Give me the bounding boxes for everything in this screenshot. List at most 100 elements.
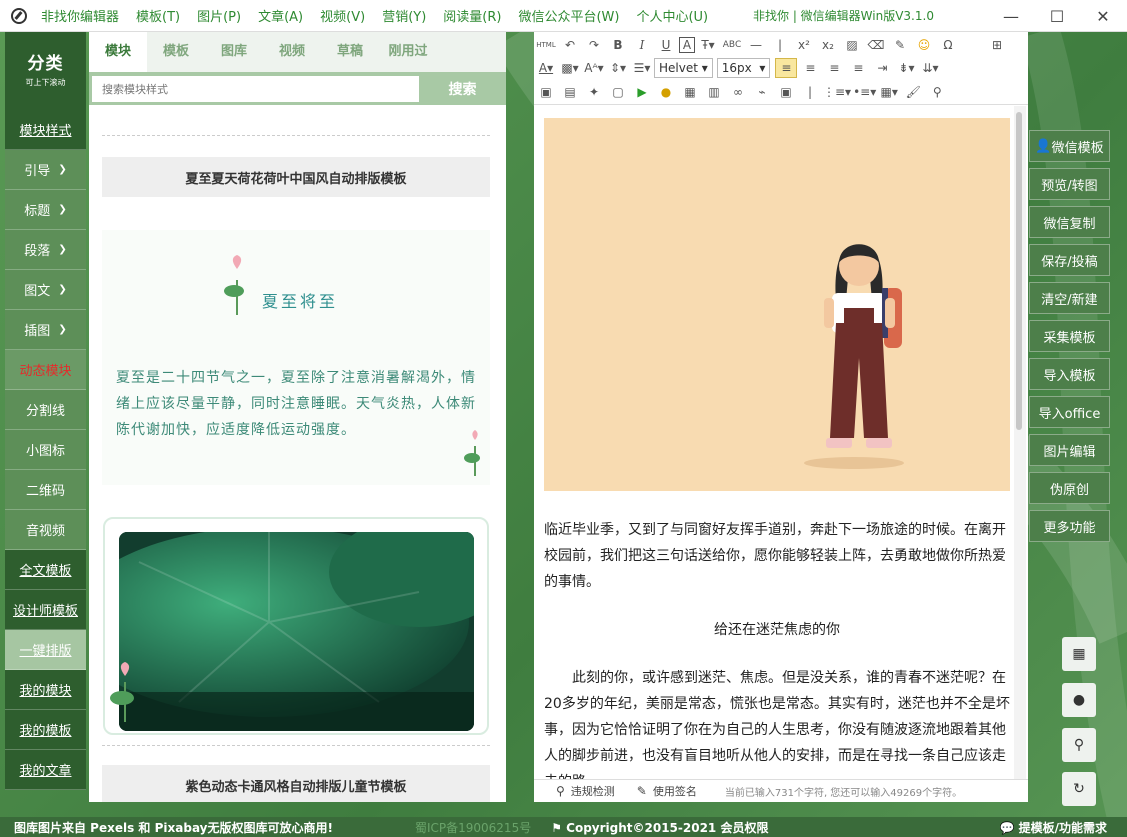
category-paragraph[interactable]: 段落 ❯: [5, 230, 86, 270]
preview-button[interactable]: 预览/转图: [1029, 168, 1110, 200]
menu-user-center[interactable]: 个人中心(U): [636, 6, 708, 25]
line-height-icon[interactable]: ⇕▾: [607, 58, 629, 78]
pseudo-original-button[interactable]: 伪原创: [1029, 472, 1110, 504]
html-source-button[interactable]: HTML: [535, 35, 557, 55]
more-features-button[interactable]: 更多功能: [1029, 510, 1110, 542]
link-icon[interactable]: ∞: [727, 82, 749, 102]
category-qrcode[interactable]: 二维码: [5, 470, 86, 510]
eraser-icon[interactable]: ⌫: [865, 35, 887, 55]
tab-recent[interactable]: 刚用过: [379, 32, 437, 72]
menu-video[interactable]: 视频(V): [320, 6, 365, 25]
category-dynamic-module[interactable]: 动态模块: [5, 350, 86, 390]
table-menu-icon[interactable]: ▦▾: [878, 82, 900, 102]
tab-gallery[interactable]: 图库: [205, 32, 263, 72]
indent-icon[interactable]: ⇥: [871, 58, 893, 78]
tab-templates[interactable]: 模板: [147, 32, 205, 72]
redo-icon[interactable]: ↷: [583, 35, 605, 55]
format-painter-icon[interactable]: ✎: [889, 35, 911, 55]
template-preview-card[interactable]: 夏至将至 夏至是二十四节气之一，夏至除了注意消暑解渴外，情绪上应该尽量平静，同时…: [102, 230, 490, 485]
use-signature-button[interactable]: ✎ 使用签名: [637, 783, 697, 799]
save-submit-button[interactable]: 保存/投稿: [1029, 244, 1110, 276]
music-icon[interactable]: ●: [655, 82, 677, 102]
wechat-template-button[interactable]: 👤 微信模板: [1029, 130, 1110, 162]
template-image-card[interactable]: [103, 517, 489, 735]
pattern-icon[interactable]: ▨: [841, 35, 863, 55]
category-my-articles[interactable]: 我的文章: [5, 750, 86, 790]
tab-drafts[interactable]: 草稿: [321, 32, 379, 72]
clear-new-button[interactable]: 清空/新建: [1029, 282, 1110, 314]
minimize-button[interactable]: —: [988, 0, 1034, 32]
search-button[interactable]: 搜索: [419, 72, 506, 105]
import-office-button[interactable]: 导入office: [1029, 396, 1110, 428]
align-justify-icon[interactable]: ≡: [847, 58, 869, 78]
search-replace-icon[interactable]: ⚲: [926, 82, 948, 102]
fullscreen-icon[interactable]: ⊞: [986, 35, 1008, 55]
scroll-thumb[interactable]: [1016, 112, 1022, 430]
category-module-style[interactable]: 模块样式: [5, 110, 86, 150]
category-my-templates[interactable]: 我的模板: [5, 710, 86, 750]
italic-icon[interactable]: I: [631, 35, 653, 55]
insert-code-icon[interactable]: ▦: [679, 82, 701, 102]
horizontal-rule-icon[interactable]: —: [745, 35, 767, 55]
undo-icon[interactable]: ↶: [559, 35, 581, 55]
collect-template-button[interactable]: 采集模板: [1029, 320, 1110, 352]
tab-videos[interactable]: 视频: [263, 32, 321, 72]
template-title[interactable]: 紫色动态卡通风格自动排版儿童节模板: [102, 765, 490, 802]
font-family-select[interactable]: Helvet ▾: [654, 58, 713, 78]
image-edit-button[interactable]: 图片编辑: [1029, 434, 1110, 466]
letter-case-icon[interactable]: ABC: [721, 35, 743, 55]
font-size-icon[interactable]: Aᴬ▾: [583, 58, 605, 78]
superscript-icon[interactable]: x²: [793, 35, 815, 55]
menu-marketing[interactable]: 营销(Y): [382, 6, 426, 25]
category-full-template[interactable]: 全文模板: [5, 550, 86, 590]
template-title[interactable]: 夏至夏天荷花荷叶中国风自动排版模板: [102, 157, 490, 197]
category-image-text[interactable]: 图文 ❯: [5, 270, 86, 310]
violation-check-button[interactable]: ⚲ 违规检测: [556, 783, 615, 799]
insert-file-icon[interactable]: ▢: [607, 82, 629, 102]
qq-icon[interactable]: ●: [1062, 683, 1096, 717]
editor-content[interactable]: 临近毕业季，又到了与同窗好友挥手道别，奔赴下一场旅途的时候。在离开校园前，我们把…: [534, 106, 1014, 779]
menu-app-name[interactable]: 非找你编辑器: [41, 6, 119, 25]
insert-table-icon[interactable]: ▥: [703, 82, 725, 102]
text-style-icon[interactable]: Ŧ▾: [697, 35, 719, 55]
align-right-icon[interactable]: ≡: [823, 58, 845, 78]
import-template-button[interactable]: 导入模板: [1029, 358, 1110, 390]
search-input[interactable]: [92, 76, 419, 102]
category-my-modules[interactable]: 我的模块: [5, 670, 86, 710]
brush-icon[interactable]: 🖌: [902, 82, 924, 102]
refresh-icon[interactable]: ↻: [1062, 772, 1096, 806]
wechat-copy-button[interactable]: 微信复制: [1029, 206, 1110, 238]
unordered-list-icon[interactable]: •≡▾: [853, 82, 876, 102]
calendar-icon[interactable]: ▦: [1062, 637, 1096, 671]
category-title-style[interactable]: 标题 ❯: [5, 190, 86, 230]
background-color-icon[interactable]: ▩▾: [559, 58, 581, 78]
menu-article[interactable]: 文章(A): [258, 6, 303, 25]
font-border-icon[interactable]: A: [679, 37, 695, 53]
subscript-icon[interactable]: x₂: [817, 35, 839, 55]
paragraph-spacing-icon[interactable]: ☰▾: [631, 58, 653, 78]
menu-read-count[interactable]: 阅读量(R): [443, 6, 501, 25]
menu-wechat-platform[interactable]: 微信公众平台(W): [518, 6, 619, 25]
maximize-button[interactable]: ☐: [1034, 0, 1080, 32]
magic-wand-icon[interactable]: ✦: [583, 82, 605, 102]
insert-frame-icon[interactable]: ▣: [775, 82, 797, 102]
vertical-align-icon[interactable]: ⇟▾: [895, 58, 917, 78]
insert-multi-image-icon[interactable]: ▤: [559, 82, 581, 102]
category-divider[interactable]: 分割线: [5, 390, 86, 430]
emoji-icon[interactable]: ☺: [913, 35, 935, 55]
align-left-icon[interactable]: ≡: [775, 58, 798, 78]
insert-image-icon[interactable]: ▣: [535, 82, 557, 102]
ordered-list-icon[interactable]: ⋮≡▾: [823, 82, 851, 102]
tab-modules[interactable]: 模块: [89, 32, 147, 72]
article-body[interactable]: 临近毕业季，又到了与同窗好友挥手道别，奔赴下一场旅途的时候。在离开校园前，我们把…: [544, 517, 1010, 779]
editor-scrollbar[interactable]: [1014, 106, 1026, 779]
bold-icon[interactable]: B: [607, 35, 629, 55]
omega-icon[interactable]: Ω: [937, 35, 959, 55]
play-video-icon[interactable]: ▶: [631, 82, 653, 102]
font-color-icon[interactable]: A▾: [535, 58, 557, 78]
align-center-icon[interactable]: ≡: [799, 58, 821, 78]
menu-image[interactable]: 图片(P): [197, 6, 241, 25]
category-one-click-layout[interactable]: 一键排版: [5, 630, 86, 670]
text-direction-icon[interactable]: ⇊▾: [919, 58, 941, 78]
underline-icon[interactable]: U: [655, 35, 677, 55]
